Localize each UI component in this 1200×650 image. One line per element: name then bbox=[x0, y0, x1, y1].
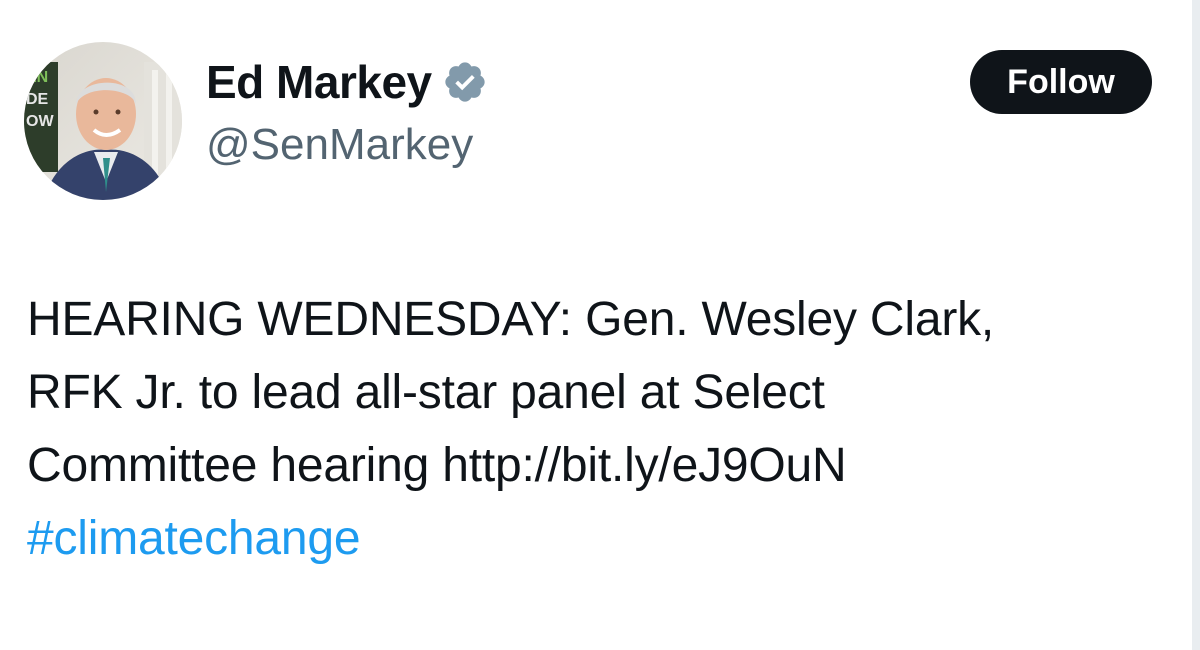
author-handle[interactable]: @SenMarkey bbox=[206, 120, 473, 170]
hashtag-link[interactable]: #climatechange bbox=[27, 512, 361, 565]
tweet-line-2: RFK Jr. to lead all-star panel at Select bbox=[27, 366, 825, 419]
avatar-photo: EN DE OW bbox=[24, 42, 182, 200]
author-name-row: Ed Markey bbox=[206, 50, 488, 114]
svg-text:OW: OW bbox=[26, 113, 54, 130]
scroll-edge bbox=[1192, 0, 1200, 650]
tweet-line-3-text: Committee hearing bbox=[27, 439, 443, 492]
tweet-line-4: #climatechange bbox=[27, 502, 1187, 575]
svg-text:EN: EN bbox=[26, 69, 48, 86]
display-name[interactable]: Ed Markey bbox=[206, 55, 432, 109]
tweet-link[interactable]: http://bit.ly/eJ9OuN bbox=[442, 439, 846, 492]
verified-badge-icon bbox=[442, 59, 488, 105]
avatar[interactable]: EN DE OW bbox=[24, 42, 182, 200]
tweet-line-3: Committee hearing http://bit.ly/eJ9OuN bbox=[27, 429, 1187, 502]
svg-text:DE: DE bbox=[26, 91, 49, 108]
follow-button[interactable]: Follow bbox=[970, 50, 1152, 114]
tweet-line-1: HEARING WEDNESDAY: Gen. Wesley Clark, bbox=[27, 293, 995, 346]
tweet-text: HEARING WEDNESDAY: Gen. Wesley Clark, RF… bbox=[27, 283, 1187, 575]
